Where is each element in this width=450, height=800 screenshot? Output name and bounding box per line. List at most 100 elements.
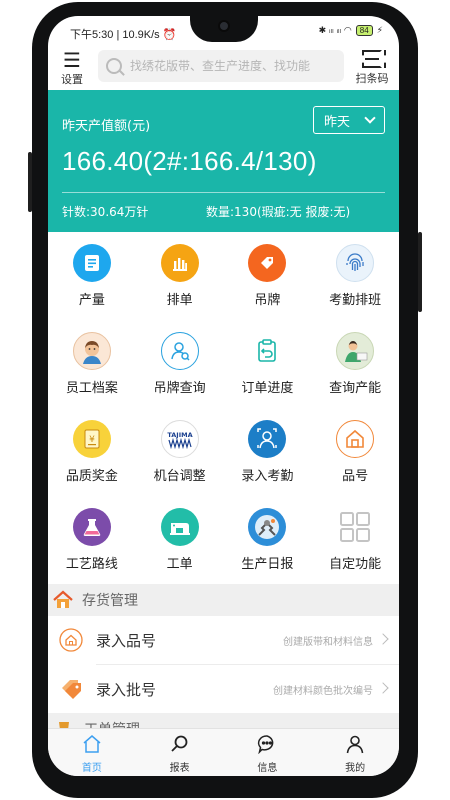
status-bar: 下午5:30 | 10.9K/s ⏰ ✱ ᵢₗₗ ᵢₗₗ ◠ 84 ⚡ [48, 16, 399, 46]
grid-item-output[interactable]: 产量 [48, 232, 136, 320]
search-bar[interactable] [98, 50, 344, 82]
row-title: 录入品号 [96, 631, 157, 650]
grid-item-label: 查询产能 [329, 381, 382, 396]
search-icon [106, 58, 122, 74]
grid-item-custom-functions[interactable]: 自定功能 [311, 496, 399, 584]
daily-report-icon [248, 508, 287, 546]
section-inventory: 存货管理 [48, 584, 399, 616]
app-screen: 下午5:30 | 10.9K/s ⏰ ✱ ᵢₗₗ ᵢₗₗ ◠ 84 ⚡ ☰ 设置… [48, 16, 399, 776]
grid-item-label: 品质奖金 [65, 469, 118, 484]
grid-item-label: 生产日报 [241, 557, 294, 572]
nav-profile[interactable]: 我的 [311, 729, 399, 776]
grid-item-tag[interactable]: 吊牌 [224, 232, 312, 320]
row-hint: 创建材料颜色批次编号 [273, 685, 373, 697]
period-value: 昨天 [324, 114, 351, 130]
grid-item-label: 机台调整 [153, 469, 206, 484]
stitch-count: 针数:30.64万针 [62, 205, 149, 219]
output-icon [72, 244, 111, 282]
period-select[interactable]: 昨天 [313, 106, 385, 134]
chevron-right-icon [377, 682, 389, 694]
grid-item-employee-files[interactable]: 员工档案 [48, 320, 136, 408]
function-grid: 产量 排单 吊牌 考勤排班 员工档案 吊牌查询 订单进度 查询产能 ¥ 品质奖金… [48, 232, 399, 584]
house-outline-icon [58, 627, 84, 653]
output-label: 昨天产值额(元) [62, 119, 151, 134]
scan-icon [362, 50, 382, 68]
custom-grid-icon [336, 508, 374, 546]
nav-messages[interactable]: 信息 [224, 729, 312, 776]
home-icon [82, 734, 102, 757]
status-icons: ✱ ᵢₗₗ ᵢₗₗ ◠ 84 ⚡ [319, 25, 383, 36]
row-enter-product-no[interactable]: 录入品号 创建版带和材料信息 [48, 616, 399, 664]
grid-item-label: 订单进度 [241, 381, 294, 396]
grid-item-enter-attendance[interactable]: 录入考勤 [224, 408, 312, 496]
grid-item-label: 工单 [166, 557, 193, 572]
row-title: 录入批号 [96, 680, 157, 699]
grid-item-quality-bonus[interactable]: ¥ 品质奖金 [48, 408, 136, 496]
grid-item-label: 品号 [342, 469, 369, 484]
employee-avatar-icon [72, 332, 111, 370]
work-order-icon [160, 508, 199, 546]
user-icon [345, 734, 365, 757]
chevron-right-icon [377, 633, 389, 645]
grid-item-label: 自定功能 [329, 557, 382, 572]
output-summary-card: 昨天产值额(元) 昨天 166.40(2#:166.4/130) 针数:30.6… [48, 90, 399, 232]
nav-reports[interactable]: 报表 [136, 729, 224, 776]
grid-item-label: 员工档案 [65, 381, 118, 396]
row-hint: 创建版带和材料信息 [283, 636, 373, 648]
battery-icon: 84 [355, 25, 373, 36]
grid-item-daily-report[interactable]: 生产日报 [224, 496, 312, 584]
nav-label: 报表 [169, 763, 190, 774]
capacity-icon [336, 332, 375, 370]
grid-item-label: 工艺路线 [65, 557, 118, 572]
grid-item-process-route[interactable]: 工艺路线 [48, 496, 136, 584]
house-icon [52, 589, 74, 611]
grid-item-product-no[interactable]: 品号 [311, 408, 399, 496]
row-enter-batch-no[interactable]: 录入批号 创建材料颜色批次编号 [48, 665, 399, 713]
section-title: 存货管理 [82, 593, 138, 609]
quantity-summary: 数量:130(瑕疵:无 报废:无) [206, 205, 351, 219]
grid-item-order-progress[interactable]: 订单进度 [224, 320, 312, 408]
search-input[interactable] [130, 59, 330, 73]
grid-item-attendance-schedule[interactable]: 考勤排班 [311, 232, 399, 320]
status-time: 下午5:30 | 10.9K/s ⏰ [70, 29, 177, 41]
grid-item-machine-adjust[interactable]: TAJIMA 机台调整 [136, 408, 224, 496]
bonus-icon: ¥ [72, 420, 111, 458]
settings-label: 设置 [61, 73, 83, 86]
grid-item-tag-search[interactable]: 吊牌查询 [136, 320, 224, 408]
tag-search-icon [160, 332, 199, 370]
tags-icon [58, 676, 84, 702]
attendance-icon [248, 420, 287, 458]
tajima-logo-text: TAJIMA [167, 431, 192, 439]
nav-label: 首页 [81, 763, 102, 774]
nav-label: 我的 [345, 763, 366, 774]
grid-item-capacity[interactable]: 查询产能 [311, 320, 399, 408]
grid-item-label: 吊牌 [254, 293, 281, 308]
grid-item-label: 排单 [166, 293, 193, 308]
menu-list-icon: ☰ [63, 48, 81, 72]
camera-notch [190, 16, 258, 42]
process-icon [72, 508, 111, 546]
scan-barcode-button[interactable]: 扫条码 [351, 49, 393, 86]
tag-icon [248, 244, 287, 282]
grid-item-work-order[interactable]: 工单 [136, 496, 224, 584]
scan-label: 扫条码 [355, 72, 389, 85]
grid-item-label: 录入考勤 [241, 469, 294, 484]
nav-label: 信息 [257, 763, 278, 774]
search-icon [170, 734, 190, 757]
grid-item-label: 产量 [78, 293, 105, 308]
camera-icon [218, 20, 230, 32]
output-value: 166.40(2#:166.4/130) [62, 146, 317, 176]
order-progress-icon [248, 332, 287, 370]
hero-divider [62, 192, 385, 193]
svg-text:¥: ¥ [89, 435, 95, 445]
fingerprint-icon [336, 244, 375, 282]
tajima-icon: TAJIMA [160, 420, 199, 458]
nav-home[interactable]: 首页 [48, 729, 136, 776]
settings-button[interactable]: ☰ 设置 [56, 49, 88, 87]
top-bar: ☰ 设置 扫条码 [48, 46, 399, 90]
grid-item-label: 吊牌查询 [153, 381, 206, 396]
charging-icon: ⚡ [376, 25, 383, 36]
grid-item-schedule[interactable]: 排单 [136, 232, 224, 320]
schedule-icon [160, 244, 199, 282]
grid-item-label: 考勤排班 [329, 293, 382, 308]
